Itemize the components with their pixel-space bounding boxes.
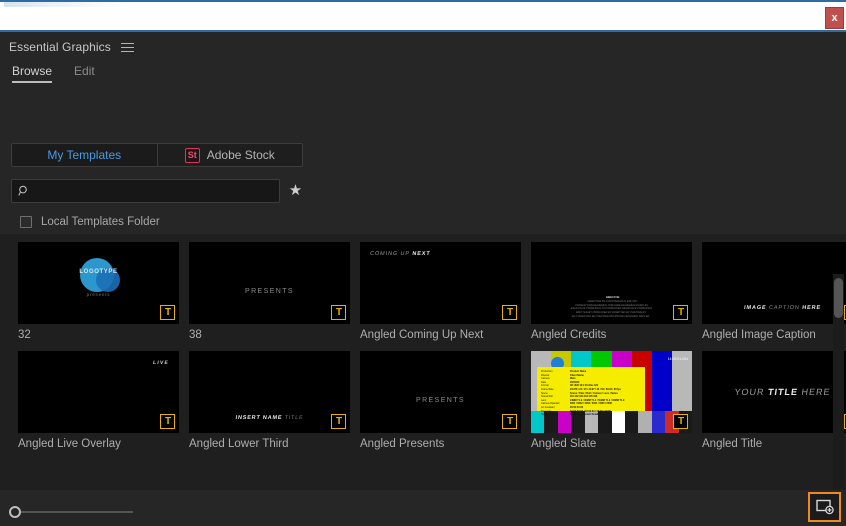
new-layer-icon — [815, 499, 834, 515]
thumb-art: 14:00:01:204 Production Product Name Direct… — [531, 351, 692, 433]
motion-graphics-template-badge: T — [331, 414, 346, 429]
panel-header: Essential Graphics — [0, 34, 846, 60]
thumb-art: LOGOTYPE presents — [18, 242, 179, 324]
thumb-text: IMAGE CAPTION HERE — [743, 305, 822, 311]
template-name: Angled Coming Up Next — [360, 329, 484, 341]
template-name: Angled Live Overlay — [18, 438, 121, 450]
thumb-text: LIVE — [152, 360, 170, 366]
new-layer-button[interactable] — [808, 492, 841, 522]
template-thumbnail[interactable]: 14:00:01:204 Production Product Name Direct… — [531, 351, 692, 433]
thumb-text: INSERT NAME TITLE — [235, 415, 304, 421]
template-card[interactable]: COMING UP NEXT T Angled Coming Up Next — [360, 242, 521, 341]
template-card[interactable]: IMAGE CAPTION HERET Angled Image Caption — [702, 242, 846, 341]
thumbnail-zoom-slider[interactable] — [9, 506, 133, 518]
logo-subtext: presents — [86, 292, 111, 297]
adobe-stock-button[interactable]: St Adobe Stock — [156, 144, 302, 166]
credits-block: DIRECTOR DIRECTOR OF PHOTOGRAPHY EDITOR PR… — [538, 296, 685, 319]
local-templates-label: Local Templates Folder — [41, 216, 160, 228]
tab-edit[interactable]: Edit — [74, 64, 95, 83]
search-icon — [18, 185, 27, 196]
template-thumbnail[interactable]: YOUR TITLE HERET — [702, 351, 846, 433]
template-card[interactable]: 14:00:01:204 Production Product Name Direct… — [531, 351, 692, 450]
local-templates-filter[interactable]: Local Templates Folder — [20, 216, 160, 228]
template-name: Angled Title — [702, 438, 763, 450]
motion-graphics-template-badge: T — [331, 305, 346, 320]
window-title-ghost — [4, 2, 124, 7]
template-thumbnail[interactable]: PRESENTS T — [189, 242, 350, 324]
thumb-text: YOUR TITLE HERE — [733, 387, 832, 397]
scrollbar-thumb[interactable] — [834, 278, 843, 318]
template-name: 32 — [18, 329, 31, 341]
credits-title: DIRECTOR — [605, 295, 620, 299]
tab-browse[interactable]: Browse — [12, 64, 53, 83]
zoom-slider-track — [16, 511, 133, 513]
template-thumbnail[interactable]: IMAGE CAPTION HERET — [702, 242, 846, 324]
search-input[interactable] — [35, 185, 273, 197]
my-templates-label: My Templates — [47, 148, 122, 162]
my-templates-button[interactable]: My Templates — [12, 144, 157, 166]
template-name: Angled Slate — [531, 438, 597, 450]
adobe-stock-icon: St — [184, 147, 200, 163]
template-name: Angled Presents — [360, 438, 445, 450]
thumb-text: COMING UP NEXT — [369, 251, 431, 257]
template-card[interactable]: LOGOTYPE presents T 32 — [18, 242, 179, 341]
adobe-stock-label: Adobe Stock — [206, 148, 275, 162]
template-thumbnail[interactable]: PRESENTS T — [360, 351, 521, 433]
bottom-toolbar — [0, 490, 846, 526]
essential-graphics-panel: Essential Graphics Browse Edit My Templa… — [0, 34, 846, 526]
search-box[interactable] — [11, 179, 280, 203]
star-icon[interactable]: ★ — [288, 183, 303, 199]
thumb-text: PRESENTS — [245, 288, 294, 295]
template-thumbnail[interactable]: LIVE T — [18, 351, 179, 433]
templates-grid: LOGOTYPE presents T 32 PRESENTS T 38 COMING UP … — [18, 242, 846, 450]
template-card[interactable]: LIVE T Angled Live Overlay — [18, 351, 179, 450]
slate-value: Name and Contact Details — [570, 413, 600, 417]
templates-grid-area[interactable]: LOGOTYPE presents T 32 PRESENTS T 38 COMING UP … — [0, 234, 846, 490]
hamburger-menu-icon[interactable] — [120, 42, 134, 53]
template-name: Angled Credits — [531, 329, 607, 341]
template-thumbnail[interactable]: INSERT NAME TITLE T — [189, 351, 350, 433]
template-card[interactable]: DIRECTOR DIRECTOR OF PHOTOGRAPHY EDITOR PR… — [531, 242, 692, 341]
page-title: Essential Graphics — [9, 40, 111, 54]
vertical-scrollbar[interactable] — [833, 274, 844, 524]
template-thumbnail[interactable]: DIRECTOR DIRECTOR OF PHOTOGRAPHY EDITOR PR… — [531, 242, 692, 324]
template-name: Angled Lower Third — [189, 438, 289, 450]
motion-graphics-template-badge: T — [160, 414, 175, 429]
close-button[interactable]: x — [825, 7, 844, 29]
template-name: Angled Image Caption — [702, 329, 816, 341]
motion-graphics-template-badge: T — [502, 305, 517, 320]
local-templates-checkbox[interactable] — [20, 216, 32, 228]
slate-key: Notes — [541, 413, 548, 417]
zoom-slider-handle[interactable] — [9, 506, 21, 518]
search-row: ★ — [11, 179, 303, 203]
slate-card: Production Product Name Director Client Nam… — [537, 367, 645, 416]
template-thumbnail[interactable]: COMING UP NEXT T — [360, 242, 521, 324]
thumb-text: PRESENTS — [416, 397, 465, 404]
credits-line: DIRECTOR OF PHOTOGRAPHY EDITOR — [587, 299, 637, 303]
source-toggle-group: My Templates St Adobe Stock — [11, 143, 303, 167]
motion-graphics-template-badge: T — [502, 414, 517, 429]
panel-tabs: Browse Edit — [0, 64, 846, 88]
logo-text: LOGOTYPE — [79, 269, 118, 275]
timecode: 14:00:01:204 — [667, 357, 688, 361]
window-title-bar: x — [0, 0, 846, 32]
template-card[interactable]: PRESENTS T Angled Presents — [360, 351, 521, 450]
template-card[interactable]: PRESENTS T 38 — [189, 242, 350, 341]
motion-graphics-template-badge: T — [673, 305, 688, 320]
slate-row: Notes Name and Contact Details — [541, 413, 641, 417]
template-name: 38 — [189, 329, 202, 341]
template-card[interactable]: YOUR TITLE HERET Angled Title — [702, 351, 846, 450]
motion-graphics-template-badge: T — [160, 305, 175, 320]
credits-line: WRITTEN BY PRODUCED BY DIRECTED BY CASTI… — [575, 310, 647, 314]
template-thumbnail[interactable]: LOGOTYPE presents T — [18, 242, 179, 324]
template-card[interactable]: INSERT NAME TITLE T Angled Lower Third — [189, 351, 350, 450]
motion-graphics-template-badge: T — [673, 414, 688, 429]
credits-line: EXECUTIVE PRODUCER CO-PRODUCER ASSOCIATE… — [570, 306, 653, 310]
credits-line: ART DIRECTOR SET DECORATOR SOUND DESIGNE… — [571, 314, 650, 318]
